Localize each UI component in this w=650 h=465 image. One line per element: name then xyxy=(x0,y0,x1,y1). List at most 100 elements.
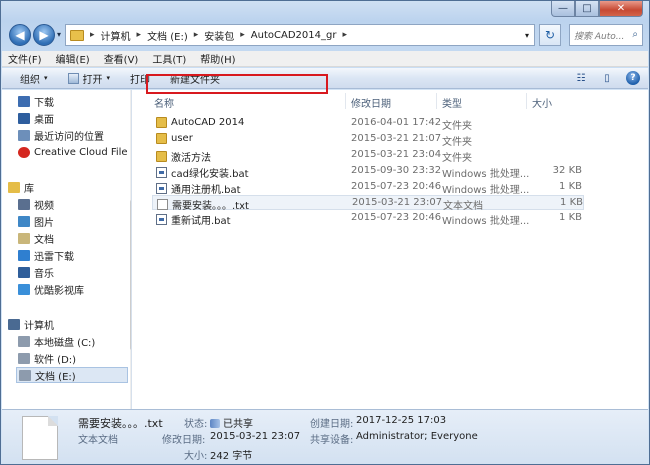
menu-edit[interactable]: 编辑(E) xyxy=(56,51,90,66)
file-row-selected[interactable]: 需要安装。。。.txt 2015-03-21 23:07 文本文档 1 KB xyxy=(152,195,584,212)
sidebar-item-label: 音乐 xyxy=(34,268,54,280)
sidebar-scroll-thumb[interactable] xyxy=(130,200,131,350)
open-label: 打开 xyxy=(82,74,103,86)
file-name-cell: 激活方法 xyxy=(156,149,211,164)
details-modified-value: 2015-03-21 23:07 xyxy=(210,431,301,442)
file-row[interactable]: user 2015-03-21 21:07 文件夹 xyxy=(152,132,584,148)
details-state-value: 已共享 xyxy=(210,415,253,430)
sidebar-item-label: 优酷影视库 xyxy=(34,285,84,297)
thunder-download-icon xyxy=(18,249,30,261)
details-file-name: 需要安装。。。.txt xyxy=(78,417,163,430)
sidebar-item-label: 下载 xyxy=(34,97,54,109)
column-divider[interactable] xyxy=(526,93,527,109)
minimize-button[interactable]: — xyxy=(551,1,575,17)
file-name-cell: 重新试用.bat xyxy=(156,212,231,227)
breadcrumb-drive-e[interactable]: 文档 (E:) xyxy=(144,28,191,43)
drive-e-icon xyxy=(19,369,31,381)
sidebar-item-pictures[interactable]: 图片 xyxy=(18,213,54,229)
computer-icon xyxy=(8,318,20,330)
file-type: 文件夹 xyxy=(442,153,472,164)
recent-pages-dropdown[interactable]: ▾ xyxy=(57,30,61,39)
open-icon xyxy=(67,72,79,84)
chevron-right-icon[interactable]: ▸ xyxy=(339,30,350,40)
drive-c-icon xyxy=(18,335,30,347)
column-divider[interactable] xyxy=(345,93,346,109)
recent-places-icon xyxy=(18,129,30,141)
sidebar-item-libraries[interactable]: 库 xyxy=(8,179,34,195)
scroll-down-icon[interactable]: ▼ xyxy=(130,400,131,407)
forward-button[interactable]: ▶ xyxy=(33,24,55,46)
sidebar-item-recent[interactable]: 最近访问的位置 xyxy=(18,127,104,143)
column-header-size[interactable]: 大小 xyxy=(532,95,552,110)
file-row[interactable]: AutoCAD 2014 2016-04-01 17:42 文件夹 xyxy=(152,116,584,132)
column-divider[interactable] xyxy=(436,93,437,109)
sidebar-item-drive-c[interactable]: 本地磁盘 (C:) xyxy=(18,333,95,349)
details-created-label: 创建日期: xyxy=(310,419,354,430)
address-dropdown-icon[interactable]: ▾ xyxy=(520,31,534,40)
close-button[interactable]: ✕ xyxy=(599,1,643,17)
column-header-name[interactable]: 名称 xyxy=(154,95,174,110)
file-size: 32 KB xyxy=(552,165,582,176)
menu-file[interactable]: 文件(F) xyxy=(8,51,42,66)
documents-icon xyxy=(18,232,30,244)
sidebar-item-computer[interactable]: 计算机 xyxy=(8,316,54,332)
caption-buttons: — □ ✕ xyxy=(551,1,643,17)
maximize-button[interactable]: □ xyxy=(575,1,599,17)
chevron-right-icon[interactable]: ▸ xyxy=(134,30,145,40)
sidebar-item-youku[interactable]: 优酷影视库 xyxy=(18,281,84,297)
sidebar-item-downloads[interactable]: 下载 xyxy=(18,93,54,109)
file-name: 需要安装。。。.txt xyxy=(172,201,249,212)
change-view-icon[interactable]: ☷ xyxy=(574,71,588,85)
sidebar-item-music[interactable]: 音乐 xyxy=(18,264,54,280)
sidebar-item-drive-e[interactable]: 文档 (E:) xyxy=(16,367,128,383)
menu-view[interactable]: 查看(V) xyxy=(104,51,139,66)
address-bar[interactable]: ▸ 计算机 ▸ 文档 (E:) ▸ 安装包 ▸ AutoCAD2014_gr ▸… xyxy=(65,24,535,46)
file-row[interactable]: 通用注册机.bat 2015-07-23 20:46 Windows 批处理..… xyxy=(152,180,584,196)
chevron-right-icon[interactable]: ▸ xyxy=(191,30,202,40)
file-date: 2015-03-21 23:04 xyxy=(351,149,442,160)
back-button[interactable]: ◀ xyxy=(9,24,31,46)
highlight-annotation-box xyxy=(146,74,328,94)
file-row[interactable]: 重新试用.bat 2015-07-23 20:46 Windows 批处理...… xyxy=(152,211,584,227)
sidebar-item-drive-d[interactable]: 软件 (D:) xyxy=(18,350,76,366)
file-name: 激活方法 xyxy=(171,153,211,164)
sidebar-item-label: 视频 xyxy=(34,200,54,212)
chevron-right-icon[interactable]: ▸ xyxy=(237,30,248,40)
file-date: 2015-03-21 23:07 xyxy=(352,197,443,208)
menu-bar: 文件(F) 编辑(E) 查看(V) 工具(T) 帮助(H) xyxy=(2,51,648,67)
chevron-right-icon[interactable]: ▸ xyxy=(87,30,98,40)
sidebar-item-documents[interactable]: 文档 xyxy=(18,230,54,246)
breadcrumb-install-package[interactable]: 安装包 xyxy=(201,28,237,43)
column-header-type[interactable]: 类型 xyxy=(442,95,462,110)
menu-tools[interactable]: 工具(T) xyxy=(152,51,186,66)
sidebar-item-thunder[interactable]: 迅雷下载 xyxy=(18,247,74,263)
breadcrumb-autocad-folder[interactable]: AutoCAD2014_gr xyxy=(248,30,340,41)
search-icon[interactable]: ⌕ xyxy=(632,29,638,40)
breadcrumb-computer[interactable]: 计算机 xyxy=(98,28,134,43)
file-date: 2015-07-23 20:46 xyxy=(351,181,442,192)
file-type: 文件夹 xyxy=(442,137,472,148)
view-controls: ☷ ▯ ? xyxy=(574,71,640,85)
file-row[interactable]: cad绿化安装.bat 2015-09-30 23:32 Windows 批处理… xyxy=(152,164,584,180)
sidebar-item-desktop[interactable]: 桌面 xyxy=(18,110,54,126)
file-row[interactable]: 激活方法 2015-03-21 23:04 文件夹 xyxy=(152,148,584,164)
text-file-large-icon xyxy=(22,416,58,460)
shared-users-icon xyxy=(210,419,220,428)
preview-pane-icon[interactable]: ▯ xyxy=(600,71,614,85)
desktop-icon xyxy=(18,112,30,124)
scroll-up-icon[interactable]: ▲ xyxy=(130,92,131,99)
sidebar-scrollbar[interactable]: ▲ ▼ xyxy=(130,90,131,409)
help-icon[interactable]: ? xyxy=(626,71,640,85)
sidebar-item-creative-cloud[interactable]: Creative Cloud File xyxy=(18,144,128,160)
menu-help[interactable]: 帮助(H) xyxy=(200,51,235,66)
details-shared-value: Administrator; Everyone xyxy=(356,431,478,442)
refresh-button[interactable]: ↻ xyxy=(539,24,561,46)
open-button[interactable]: 打开 ▾ xyxy=(67,71,110,86)
organize-button[interactable]: 组织 ▾ xyxy=(20,71,48,86)
column-header-date[interactable]: 修改日期 xyxy=(351,95,391,110)
music-icon xyxy=(18,266,30,278)
folder-icon xyxy=(156,133,167,144)
sidebar-item-videos[interactable]: 视频 xyxy=(18,196,54,212)
search-input[interactable]: 搜索 Auto... ⌕ xyxy=(569,24,643,46)
sidebar-item-label: 图片 xyxy=(34,217,54,229)
